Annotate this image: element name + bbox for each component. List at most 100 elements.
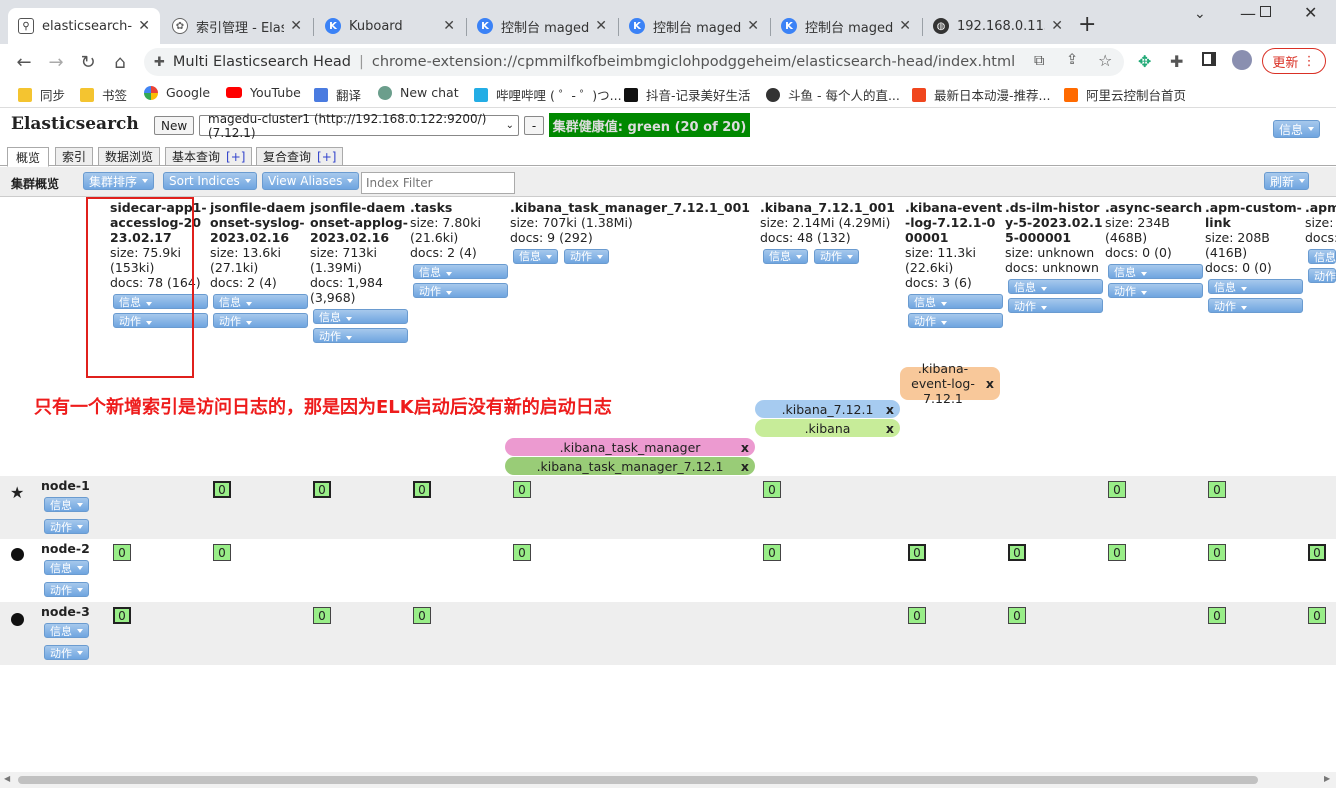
bookmark-star-icon[interactable]: ☆ xyxy=(1098,51,1112,70)
shard[interactable]: 0 xyxy=(1308,544,1326,561)
shard[interactable]: 0 xyxy=(313,481,331,498)
index-info-button[interactable]: 信息 xyxy=(1208,279,1303,294)
bookmark-bilibili[interactable]: 哔哩哔哩 ( ゜- ゜)つ... xyxy=(474,85,622,104)
index-action-button[interactable]: 动作 xyxy=(1208,298,1303,313)
scroll-right-icon[interactable]: ▶ xyxy=(1324,774,1330,783)
close-tab-icon[interactable]: ✕ xyxy=(443,18,455,34)
browser-tab-console-1[interactable]: K 控制台 magedu ✕ xyxy=(467,8,617,44)
close-tab-icon[interactable]: ✕ xyxy=(1051,18,1063,34)
shard[interactable]: 0 xyxy=(1208,607,1226,624)
tab-overview[interactable]: 概览 xyxy=(7,147,50,167)
index-action-button[interactable]: 动作 xyxy=(213,313,308,328)
index-action-button[interactable]: 动作 xyxy=(413,283,508,298)
shard[interactable]: 0 xyxy=(763,544,781,561)
alias-kibana-event-log[interactable]: .kibana-event-log-7.12.1 x xyxy=(900,361,1000,406)
view-aliases-button[interactable]: View Aliases xyxy=(262,172,360,190)
tab-basic-query[interactable]: 基本查询 [+] xyxy=(165,147,253,166)
shard[interactable]: 0 xyxy=(413,481,431,498)
scroll-left-icon[interactable]: ◀ xyxy=(4,774,10,783)
alias-kibana-task-manager[interactable]: .kibana_task_manager x xyxy=(505,438,755,456)
bookmark-douyin[interactable]: 抖音-记录美好生活 xyxy=(624,85,751,104)
shard[interactable]: 0 xyxy=(513,544,531,561)
extension-icon[interactable]: ✥ xyxy=(1138,52,1151,71)
tab-search-icon[interactable]: ⌄ xyxy=(1194,6,1206,22)
close-tab-icon[interactable]: ✕ xyxy=(899,18,911,34)
node-action-button[interactable]: 动作 xyxy=(44,519,89,534)
reload-icon[interactable]: ↻ xyxy=(76,50,100,74)
cluster-select[interactable]: magedu-cluster1 (http://192.168.0.122:92… xyxy=(199,112,519,140)
address-bar[interactable]: ✚ Multi Elasticsearch Head | chrome-exte… xyxy=(144,48,1124,76)
node-action-button[interactable]: 动作 xyxy=(44,582,89,597)
remove-alias-icon[interactable]: x xyxy=(986,376,994,391)
alias-kibana-7-12-1[interactable]: .kibana_7.12.1 x xyxy=(755,400,900,418)
add-compound-query-button[interactable]: [+] xyxy=(317,150,336,164)
index-info-button[interactable]: 信息 xyxy=(908,294,1003,309)
node-action-button[interactable]: 动作 xyxy=(44,645,89,660)
shard[interactable]: 0 xyxy=(313,607,331,624)
sort-indices-button[interactable]: Sort Indices xyxy=(163,172,257,190)
shard[interactable]: 0 xyxy=(1008,544,1026,561)
shard[interactable]: 0 xyxy=(113,544,131,561)
bookmark-translate[interactable]: 翻译 xyxy=(314,85,361,104)
tab-compound-query[interactable]: 复合查询 [+] xyxy=(256,147,344,166)
close-tab-icon[interactable]: ✕ xyxy=(747,18,759,34)
remove-connection-button[interactable]: - xyxy=(524,116,544,135)
home-icon[interactable]: ⌂ xyxy=(108,50,132,74)
close-window-icon[interactable]: ✕ xyxy=(1304,3,1317,22)
index-info-button[interactable]: 信息 xyxy=(1308,249,1336,264)
shard[interactable]: 0 xyxy=(1108,481,1126,498)
new-tab-button[interactable]: + xyxy=(1078,12,1096,37)
browser-tab-console-2[interactable]: K 控制台 magedu ✕ xyxy=(619,8,769,44)
info-menu-button[interactable]: 信息 xyxy=(1273,120,1321,138)
index-action-button[interactable]: 动作 xyxy=(313,328,408,343)
index-info-button[interactable]: 信息 xyxy=(313,309,408,324)
bookmark-douyu[interactable]: 斗鱼 - 每个人的直... xyxy=(766,85,900,104)
add-basic-query-button[interactable]: [+] xyxy=(226,150,245,164)
tab-browser[interactable]: 数据浏览 xyxy=(98,147,161,166)
close-tab-icon[interactable]: ✕ xyxy=(138,18,150,34)
back-icon[interactable]: ← xyxy=(12,50,36,74)
alias-kibana[interactable]: .kibana x xyxy=(755,419,900,437)
node-info-button[interactable]: 信息 xyxy=(44,560,89,575)
shard[interactable]: 0 xyxy=(213,481,231,498)
close-tab-icon[interactable]: ✕ xyxy=(595,18,607,34)
index-info-button[interactable]: 信息 xyxy=(763,249,808,264)
index-filter-input[interactable] xyxy=(361,172,515,194)
bookmark-bookmarks[interactable]: 书签 xyxy=(80,85,127,104)
close-tab-icon[interactable]: ✕ xyxy=(290,18,302,34)
remove-alias-icon[interactable]: x xyxy=(886,421,894,436)
refresh-button[interactable]: 刷新 xyxy=(1264,172,1310,190)
shard[interactable]: 0 xyxy=(413,607,431,624)
shard[interactable]: 0 xyxy=(113,607,131,624)
bookmark-google[interactable]: Google xyxy=(144,85,210,100)
bookmark-sync[interactable]: 同步 xyxy=(18,85,65,104)
index-action-button[interactable]: 动作 xyxy=(814,249,859,264)
shard[interactable]: 0 xyxy=(763,481,781,498)
extensions-puzzle-icon[interactable]: ✚ xyxy=(1170,52,1183,71)
index-info-button[interactable]: 信息 xyxy=(213,294,308,309)
sort-cluster-button[interactable]: 集群排序 xyxy=(83,172,155,190)
maximize-icon[interactable] xyxy=(1260,6,1271,17)
bookmark-new-chat[interactable]: New chat xyxy=(378,85,459,100)
remove-alias-icon[interactable]: x xyxy=(741,459,749,474)
shard[interactable]: 0 xyxy=(1108,544,1126,561)
browser-tab-es-head[interactable]: ⚲ elasticsearch-h ✕ xyxy=(8,8,160,44)
shard[interactable]: 0 xyxy=(213,544,231,561)
index-info-button[interactable]: 信息 xyxy=(1108,264,1203,279)
browser-tab-console-3[interactable]: K 控制台 magedu ✕ xyxy=(771,8,921,44)
shard[interactable]: 0 xyxy=(908,607,926,624)
browser-tab-ip[interactable]: ◍ 192.168.0.113: ✕ xyxy=(923,8,1073,44)
browser-tab-index-management[interactable]: ✿ 索引管理 - Elast ✕ xyxy=(162,8,312,44)
bookmark-youtube[interactable]: YouTube xyxy=(226,85,301,100)
index-action-button[interactable]: 动作 xyxy=(908,313,1003,328)
shard[interactable]: 0 xyxy=(513,481,531,498)
translate-icon[interactable]: ⧉ xyxy=(1034,53,1044,69)
minimize-icon[interactable]: — xyxy=(1240,4,1256,23)
node-info-button[interactable]: 信息 xyxy=(44,623,89,638)
remove-alias-icon[interactable]: x xyxy=(741,440,749,455)
shard[interactable]: 0 xyxy=(1308,607,1326,624)
bookmark-aliyun[interactable]: 阿里云控制台首页 xyxy=(1064,85,1186,104)
index-info-button[interactable]: 信息 xyxy=(513,249,558,264)
index-action-button[interactable]: 动作 xyxy=(1308,268,1336,283)
shard[interactable]: 0 xyxy=(1008,607,1026,624)
